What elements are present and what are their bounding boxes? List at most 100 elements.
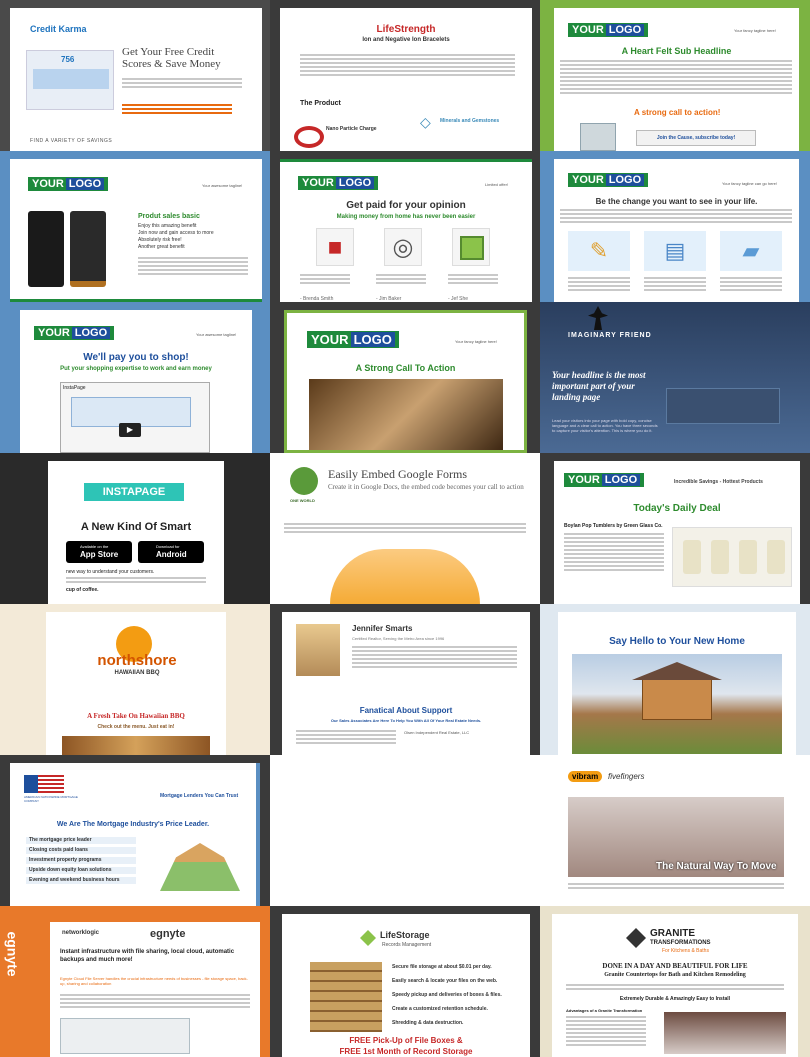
tagline: Mortgage Lenders You Can Trust — [160, 793, 239, 799]
server-diagram — [60, 1018, 190, 1054]
feature-2: Minerals and Gemstones — [440, 118, 500, 124]
headline: Get paid for your opinion — [346, 200, 466, 211]
brand-subtitle: Records Management — [382, 942, 432, 948]
brand-subtitle: HAWAIIAN BBQ — [114, 670, 160, 676]
image-placeholder — [666, 388, 780, 424]
template-tile-lifestorage[interactable]: LifeStorage Records Management Secure fi… — [270, 906, 540, 1057]
template-tile-heart-felt[interactable]: YOUR LOGO Your fancy tagline here! A Hear… — [540, 0, 810, 151]
house-image — [572, 654, 782, 754]
headline: A Strong Call To Action — [355, 363, 456, 373]
template-tile-granite[interactable]: GRANITE TRANSFORMATIONS For Kitchens & B… — [540, 906, 810, 1057]
feet-image: The Natural Way To Move — [568, 797, 784, 877]
logo: YOUR LOGO — [34, 326, 115, 340]
logo: YOUR LOGO — [28, 177, 109, 191]
template-tile-northshore[interactable]: northshore HAWAIIAN BBQ A Fresh Take On … — [0, 604, 270, 755]
template-tile-instapage[interactable]: INSTAPAGE A New Kind Of Smart Available … — [0, 453, 270, 604]
food-image — [62, 736, 210, 755]
benefit-4: Upside down equity loan solutions — [26, 867, 136, 874]
overlay-text: The Natural Way To Move — [656, 861, 777, 872]
product-image — [672, 527, 792, 587]
cta-text: A strong call to action! — [634, 108, 721, 117]
headline: Be the change you want to see in your li… — [595, 197, 758, 206]
list-title: Advantages of a Granite Transformation — [566, 1008, 643, 1013]
footer-text: FIND A VARIETY OF SAVINGS — [30, 138, 113, 144]
section-heading: Fanatical About Support — [359, 706, 453, 715]
benefit-2: Easily search & locate your files on the… — [392, 978, 498, 984]
template-tile-be-the-change[interactable]: YOUR LOGO Your fancy tagline can go here!… — [540, 151, 810, 302]
brand-logo: INSTAPAGE — [84, 483, 184, 501]
agent-name: Jennifer Smarts — [352, 624, 413, 633]
tagline: Your fancy tagline can go here! — [722, 181, 778, 186]
headline: Get Your Free Credit Scores & Save Money — [122, 46, 221, 70]
brand-subtitle: TRANSFORMATIONS — [650, 940, 711, 946]
logo: YOUR LOGO — [298, 176, 379, 190]
headline: A Fresh Take On Hawaiian BBQ — [87, 712, 185, 720]
app-store-button[interactable]: Available on the App Store — [66, 541, 132, 563]
benefit-2: Closing costs paid loans — [26, 847, 136, 854]
subheadline: Check out the menu. Just eat in! — [97, 724, 175, 730]
hero-image — [309, 379, 503, 450]
compass-icon: ◎ — [384, 228, 422, 266]
template-tile-imaginary-friend[interactable]: IMAGINARY FRIEND Your headline is the mo… — [540, 302, 810, 453]
score-value: 756 — [61, 55, 75, 64]
page-subtitle: Ion and Negative Ion Bracelets — [362, 37, 450, 43]
figure-silhouette — [588, 306, 608, 330]
headline: Produt sales basic — [138, 213, 200, 220]
headline: DONE IN A DAY AND BEAUTIFUL FOR LIFE — [602, 962, 748, 970]
play-icon[interactable]: ▶ — [119, 423, 141, 437]
tagline: Incredible Savings - Hottest Products — [674, 479, 763, 485]
side-brand: egnyte — [4, 931, 21, 977]
folder-icon: ▰ — [720, 231, 782, 271]
partner-logo: networklogic — [62, 930, 100, 936]
template-tile-vibram[interactable]: vibram fivefingers The Natural Way To Mo… — [540, 755, 810, 906]
offer-line-1: FREE Pick-Up of File Boxes & — [349, 1036, 463, 1045]
product-image — [580, 123, 616, 151]
kitchen-image — [664, 1012, 786, 1054]
benefit-1: Secure file storage at about $0.01 per d… — [392, 964, 492, 970]
video-player[interactable]: InstaPage ▶ — [60, 382, 210, 453]
logo: YOUR LOGO — [568, 23, 649, 37]
phone-image-2 — [70, 211, 106, 287]
headline: Instant infrastructure with file sharing… — [60, 949, 235, 963]
house-money-image — [160, 843, 240, 891]
brand-name: AMERICAN NATIONWIDE MORTGAGE COMPANY — [24, 795, 78, 803]
flag-logo-icon — [24, 775, 64, 793]
section-heading: The Product — [300, 100, 341, 107]
template-tile-egnyte[interactable]: egnyte networklogic egnyte Instant infra… — [0, 906, 270, 1057]
diamond-icon: ◇ — [420, 114, 431, 130]
pencil-icon: ✎ — [568, 231, 630, 271]
tagline: Your awesome tagline! — [202, 183, 243, 188]
phone-image-1 — [28, 211, 64, 287]
benefit-4: Another great benefit — [138, 244, 185, 250]
subheadline: Create it in Google Docs, the embed code… — [328, 483, 524, 491]
template-tile-product-sales[interactable]: YOUR LOGO Your awesome tagline! Produt sa… — [0, 151, 270, 302]
android-button[interactable]: Download for Android — [138, 541, 204, 563]
logo: YOUR LOGO — [307, 331, 399, 348]
brand-subtitle-2: For Kitchens & Baths — [662, 948, 709, 954]
agent-role: Certified Realtor, Serving the Metro Are… — [352, 636, 445, 641]
template-tile-paid-opinion[interactable]: YOUR LOGO Limited offer! Get paid for you… — [270, 151, 540, 302]
template-tile-realtor[interactable]: Jennifer Smarts Certified Realtor, Servi… — [270, 604, 540, 755]
subheadline: Granite Countertops for Bath and Kitchen… — [604, 972, 746, 978]
benefit-2: Join now and gain access to more — [138, 230, 214, 236]
brand-logo: IMAGINARY FRIEND — [568, 332, 652, 339]
body-copy: Lead your visitors into your page with b… — [552, 418, 658, 433]
avatar — [296, 624, 340, 676]
subheadline: Making money from home has never been ea… — [336, 214, 476, 220]
tagline: Your awesome tagline! — [196, 332, 237, 337]
template-tile-daily-deal[interactable]: YOUR LOGO Incredible Savings - Hottest Pr… — [540, 453, 810, 604]
button-icon — [452, 228, 490, 266]
template-tile-google-forms[interactable]: ONE WORLD Easily Embed Google Forms Crea… — [270, 453, 540, 604]
document-icon: ▤ — [644, 231, 706, 271]
template-tile-pay-to-shop[interactable]: YOUR LOGO Your awesome tagline! We'll pay… — [0, 302, 270, 453]
subscribe-button[interactable]: Join the Cause, subscribe today! — [636, 130, 756, 146]
template-tile-mortgage[interactable]: AMERICAN NATIONWIDE MORTGAGE COMPANY Mor… — [0, 755, 270, 906]
brand-logo — [290, 467, 318, 495]
video-title: InstaPage — [63, 385, 86, 391]
template-tile-lifestrength[interactable]: LifeStrength Ion and Negative Ion Bracel… — [270, 0, 540, 151]
template-tile-credit-karma[interactable]: Credit Karma 756 Get Your Free Credit Sc… — [0, 0, 270, 151]
template-tile-strong-cta[interactable]: YOUR LOGO Your fancy tagline here! A Stro… — [270, 302, 540, 453]
tagline: Extremely Durable & Amazingly Easy to In… — [619, 996, 731, 1002]
brand-logo-icon — [360, 930, 376, 946]
template-tile-new-home[interactable]: Say Hello to Your New Home — [540, 604, 810, 755]
